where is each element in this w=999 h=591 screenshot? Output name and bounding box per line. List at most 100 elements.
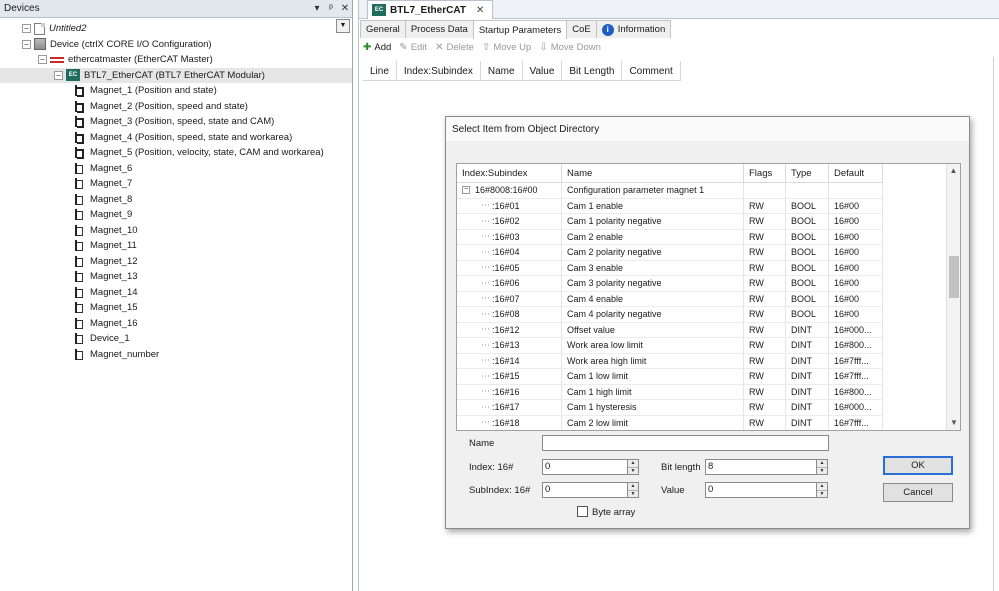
- tree-item[interactable]: Magnet_7: [75, 176, 132, 191]
- scroll-thumb[interactable]: [949, 256, 959, 298]
- table-row[interactable]: ⋯:16#13 Work area low limit RW DINT 16#800..…: [457, 338, 883, 354]
- tree-item[interactable]: Magnet_8: [75, 192, 132, 207]
- column-header[interactable]: Name: [481, 61, 523, 81]
- table-row[interactable]: ⋯:16#07 Cam 4 enable RW BOOL 16#00: [457, 291, 883, 307]
- column-header[interactable]: Comment: [622, 61, 681, 81]
- cell-name: Cam 1 high limit: [562, 384, 744, 400]
- table-row[interactable]: ⋯:16#05 Cam 3 enable RW BOOL 16#00: [457, 260, 883, 276]
- tree-item[interactable]: Magnet_5 (Position, velocity, state, CAM…: [75, 145, 324, 160]
- editor-scrollbar[interactable]: [993, 57, 999, 591]
- tree-item[interactable]: Magnet_6: [75, 161, 132, 176]
- table-row[interactable]: ⋯:16#14 Work area high limit RW DINT 16#7fff…: [457, 353, 883, 369]
- tree-item[interactable]: Magnet_3 (Position, speed, state and CAM…: [75, 114, 274, 129]
- table-row[interactable]: ⋯:16#06 Cam 3 polarity negative RW BOOL 16#0…: [457, 276, 883, 292]
- scroll-down-icon[interactable]: ▼: [947, 416, 960, 430]
- cell-default: 16#00: [829, 245, 883, 261]
- column-header[interactable]: Value: [523, 61, 563, 81]
- document-tab-btl7[interactable]: EC BTL7_EtherCAT ✕: [367, 0, 494, 19]
- column-header[interactable]: Line: [363, 61, 397, 81]
- tree-item[interactable]: Magnet_number: [75, 347, 159, 362]
- tree-item[interactable]: Magnet_1 (Position and state): [75, 83, 217, 98]
- tree-item[interactable]: Magnet_2 (Position, speed and state): [75, 99, 248, 114]
- tree-item[interactable]: Device_1: [75, 331, 130, 346]
- index-spinner[interactable]: ▲ ▼: [627, 459, 639, 475]
- edit-button[interactable]: ✎ Edit: [399, 42, 427, 53]
- tree-item[interactable]: − Device (ctrlX CORE I/O Configuration): [22, 37, 212, 52]
- table-row[interactable]: ⋯:16#04 Cam 2 polarity negative RW BOOL 16#0…: [457, 245, 883, 261]
- tab-startup-parameters[interactable]: Startup Parameters: [472, 20, 568, 39]
- group-index: 16#8008:16#00: [475, 185, 538, 196]
- index-field[interactable]: 0: [542, 459, 628, 475]
- cell-index: ⋯:16#02: [457, 214, 562, 230]
- tree-item[interactable]: Magnet_13: [75, 269, 138, 284]
- add-button[interactable]: ✚ Add: [363, 42, 391, 53]
- tree-item[interactable]: − Untitled2: [22, 21, 87, 36]
- table-row[interactable]: ⋯:16#01 Cam 1 enable RW BOOL 16#00: [457, 198, 883, 214]
- tab-coe[interactable]: CoE: [566, 20, 597, 38]
- tree-item[interactable]: − EC BTL7_EtherCAT (BTL7 EtherCAT Modular): [0, 67, 352, 83]
- value-field[interactable]: 0: [705, 482, 817, 498]
- cell-flags: RW: [744, 307, 786, 323]
- table-row[interactable]: ⋯:16#17 Cam 1 hysteresis RW DINT 16#000...: [457, 400, 883, 416]
- arrow-down-icon: ⇩: [539, 41, 548, 53]
- table-row[interactable]: ⋯:16#12 Offset value RW DINT 16#000...: [457, 322, 883, 338]
- ok-button[interactable]: OK: [883, 456, 953, 475]
- cancel-button[interactable]: Cancel: [883, 483, 953, 502]
- column-header[interactable]: Name: [562, 164, 744, 183]
- tree-item[interactable]: − ethercatmaster (EtherCAT Master): [38, 52, 213, 67]
- cell-index: ⋯:16#06: [457, 276, 562, 292]
- tree-item[interactable]: Magnet_11: [75, 238, 137, 253]
- column-header[interactable]: Index:Subindex: [457, 164, 562, 183]
- collapse-icon[interactable]: −: [22, 39, 31, 49]
- pane-menu-icon[interactable]: ▾: [310, 3, 324, 14]
- tree-item[interactable]: Magnet_9: [75, 207, 132, 222]
- cell-default: 16#00: [829, 229, 883, 245]
- column-header[interactable]: Bit Length: [562, 61, 623, 81]
- table-row[interactable]: ⋯:16#03 Cam 2 enable RW BOOL 16#00: [457, 229, 883, 245]
- tab-information[interactable]: i Information: [595, 20, 672, 38]
- tree-item[interactable]: Magnet_14: [75, 285, 138, 300]
- tree-dropdown-button[interactable]: ▼: [336, 19, 350, 33]
- group-row[interactable]: −16#8008:16#00 Configuration parameter ma…: [457, 183, 883, 199]
- table-row[interactable]: ⋯:16#16 Cam 1 high limit RW DINT 16#800...: [457, 384, 883, 400]
- cell-type: DINT: [786, 369, 829, 385]
- column-header[interactable]: Index:Subindex: [397, 61, 481, 81]
- column-header[interactable]: Default: [829, 164, 883, 183]
- subindex-field[interactable]: 0: [542, 482, 628, 498]
- tab-general[interactable]: General: [360, 20, 406, 38]
- object-directory-scrollbar[interactable]: ▲ ▼: [946, 164, 960, 430]
- cell-name: Cam 1 polarity negative: [562, 214, 744, 230]
- tab-process-data[interactable]: Process Data: [404, 20, 474, 38]
- column-header[interactable]: Type: [786, 164, 829, 183]
- byte-array-checkbox[interactable]: [577, 506, 588, 517]
- move-up-button[interactable]: ⇧ Move Up: [482, 42, 531, 53]
- close-icon[interactable]: ✕: [338, 3, 352, 14]
- collapse-icon[interactable]: −: [54, 70, 63, 80]
- name-field[interactable]: [542, 435, 829, 451]
- delete-button[interactable]: ✕ Delete: [435, 42, 474, 53]
- bit-length-field[interactable]: 8: [705, 459, 817, 475]
- collapse-icon[interactable]: −: [462, 186, 470, 195]
- move-down-button[interactable]: ⇩ Move Down: [539, 42, 601, 53]
- bit-length-spinner[interactable]: ▲ ▼: [816, 459, 828, 475]
- value-spinner[interactable]: ▲ ▼: [816, 482, 828, 498]
- table-row[interactable]: ⋯:16#02 Cam 1 polarity negative RW BOOL 16#0…: [457, 214, 883, 230]
- table-row[interactable]: ⋯:16#15 Cam 1 low limit RW DINT 16#7fff...: [457, 369, 883, 385]
- tree-item[interactable]: Magnet_10: [75, 223, 138, 238]
- tree-item[interactable]: Magnet_4 (Position, speed, state and wor…: [75, 130, 292, 145]
- scroll-up-icon[interactable]: ▲: [947, 164, 960, 178]
- table-row[interactable]: ⋯:16#08 Cam 4 polarity negative RW BOOL 16#0…: [457, 307, 883, 323]
- collapse-icon[interactable]: −: [22, 24, 31, 33]
- subindex-spinner[interactable]: ▲ ▼: [627, 482, 639, 498]
- tree-item[interactable]: Magnet_15: [75, 300, 138, 315]
- collapse-icon[interactable]: −: [38, 55, 47, 64]
- cell-default: 16#00: [829, 307, 883, 323]
- table-row[interactable]: ⋯:16#18 Cam 2 low limit RW DINT 16#7fff...: [457, 415, 883, 430]
- pin-icon[interactable]: ᵖ: [324, 3, 338, 14]
- tree-item[interactable]: Magnet_16: [75, 316, 138, 331]
- tree-item[interactable]: Magnet_12: [75, 254, 138, 269]
- document-tab-label: BTL7_EtherCAT: [390, 4, 466, 16]
- close-icon[interactable]: ✕: [476, 5, 484, 16]
- cell-name: Cam 2 enable: [562, 229, 744, 245]
- column-header[interactable]: Flags: [744, 164, 786, 183]
